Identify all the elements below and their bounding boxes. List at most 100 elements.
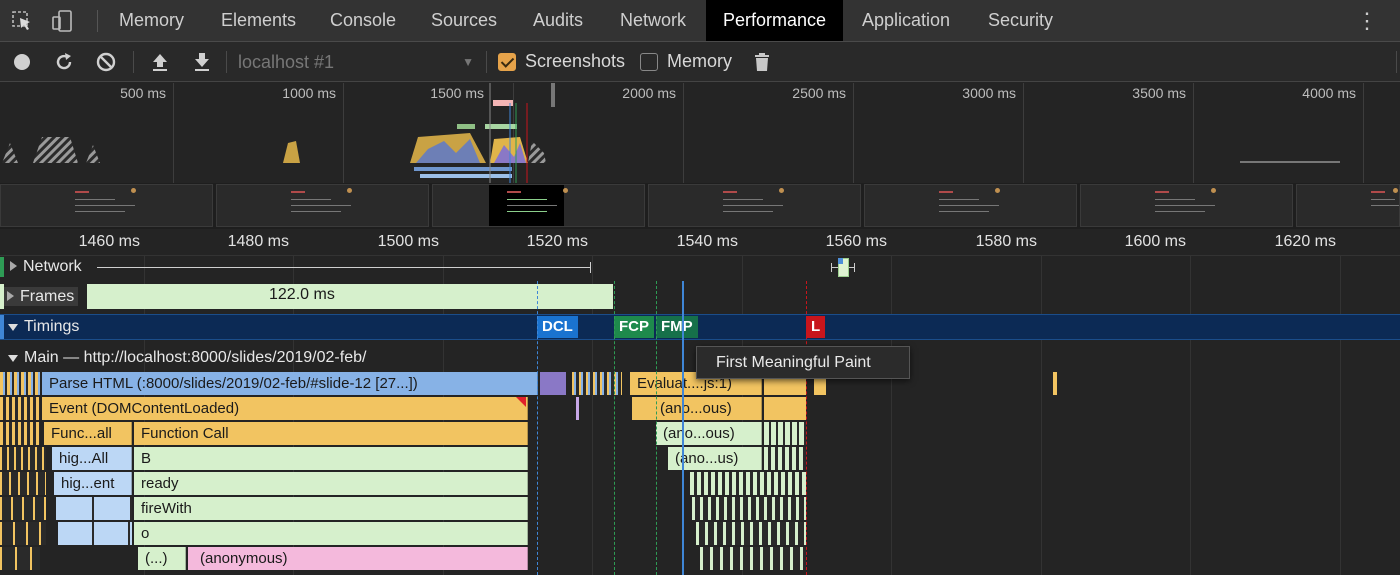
upload-icon[interactable] [148, 51, 172, 73]
kebab-menu-icon[interactable]: ⋮ [1356, 8, 1378, 34]
main-track-header[interactable]: Main — http://localhost:8000/slides/2019… [8, 349, 366, 367]
frames-track-label: Frames [20, 288, 75, 305]
download-icon[interactable] [190, 51, 214, 73]
flame-anonymous-2[interactable]: (ano...ous) [656, 422, 762, 445]
flame-ready[interactable]: ready [134, 472, 528, 495]
flame-sliver [764, 447, 806, 470]
flame-func-all[interactable]: Func...all [44, 422, 132, 445]
clear-icon[interactable] [94, 51, 118, 73]
performance-toolbar: localhost #1 ▼ Screenshots Memory [0, 42, 1400, 82]
network-request-line[interactable] [97, 267, 591, 268]
screenshot-frame[interactable] [0, 184, 213, 227]
tab-application[interactable]: Application [845, 0, 967, 41]
devtools-tab-bar: Memory Elements Console Sources Audits N… [0, 0, 1400, 42]
tab-sources[interactable]: Sources [414, 0, 514, 41]
flame-sliver [0, 422, 40, 445]
tab-console[interactable]: Console [313, 0, 413, 41]
screenshot-frame[interactable] [432, 184, 645, 227]
flame-hig-ent[interactable]: hig...ent [54, 472, 132, 495]
ruler-tick-label: 1580 ms [975, 233, 1037, 250]
flame-sliver [700, 547, 806, 570]
timings-track-header[interactable]: Timings [8, 318, 79, 336]
screenshot-frame[interactable] [1080, 184, 1293, 227]
flame-hig-all[interactable]: hig...All [52, 447, 132, 470]
hover-cursor-line [682, 281, 684, 575]
flame-firewith[interactable]: fireWith [134, 497, 528, 520]
target-select[interactable]: localhost #1 ▼ [232, 49, 478, 75]
network-track-label: Network [23, 258, 82, 275]
screenshot-filmstrip[interactable] [0, 183, 1400, 229]
flame-sliver [0, 522, 46, 545]
flame-o[interactable]: o [134, 522, 528, 545]
flame-function-call[interactable]: Function Call [134, 422, 528, 445]
tab-network[interactable]: Network [603, 0, 703, 41]
main-track-label: Main — http://localhost:8000/slides/2019… [24, 349, 367, 366]
flame-sliver [764, 397, 806, 420]
timeline-overview[interactable]: 500 ms 1000 ms 1500 ms 2000 ms 2500 ms 3… [0, 83, 1400, 229]
screenshot-frame[interactable] [1296, 184, 1400, 227]
flame-block [58, 522, 132, 545]
flame-paren[interactable]: (...) [138, 547, 186, 570]
memory-label[interactable]: Memory [667, 51, 732, 72]
screenshot-frame[interactable] [864, 184, 1077, 227]
flame-event-domcontentloaded[interactable]: Event (DOMContentLoaded) [42, 397, 528, 420]
frame-duration: 122.0 ms [269, 286, 335, 303]
flame-anonymous-4[interactable]: (anonymous) [188, 547, 528, 570]
fmp-line [656, 281, 657, 575]
flame-sliver [1053, 372, 1057, 395]
marker-tooltip: First Meaningful Paint [696, 346, 910, 379]
load-marker[interactable]: L [806, 316, 826, 338]
tab-performance[interactable]: Performance [706, 0, 844, 41]
timings-track: Timings [0, 314, 1400, 340]
frame-bar[interactable]: 122.0 ms [87, 284, 613, 309]
toolbar-divider [133, 51, 134, 73]
timings-track-label: Timings [24, 318, 80, 335]
flame-sliver [0, 497, 46, 520]
flame-b[interactable]: B [134, 447, 528, 470]
memory-checkbox[interactable] [640, 53, 658, 71]
fcp-line [614, 281, 615, 575]
screenshot-frame[interactable] [216, 184, 429, 227]
toolbar-divider [1396, 51, 1397, 73]
device-toolbar-icon[interactable] [50, 9, 76, 33]
load-line [806, 281, 807, 575]
flame-sliver [764, 422, 806, 445]
ruler-tick-label: 1460 ms [78, 233, 140, 250]
fcp-marker[interactable]: FCP [614, 316, 654, 338]
flame-sliver [0, 547, 40, 570]
frames-track: Frames 122.0 ms [0, 284, 1400, 310]
flame-sliver [576, 397, 579, 420]
ruler-tick-label: 1540 ms [676, 233, 738, 250]
dcl-marker[interactable]: DCL [537, 316, 578, 338]
flame-anonymous-1[interactable]: (ano...ous) [632, 397, 762, 420]
fmp-marker[interactable]: FMP [656, 316, 698, 338]
screenshot-frame[interactable] [648, 184, 861, 227]
toolbar-divider [226, 51, 227, 73]
tab-elements[interactable]: Elements [204, 0, 313, 41]
network-track-header[interactable]: Network [10, 258, 82, 276]
flame-parse-html[interactable]: Parse HTML (:8000/slides/2019/02-feb/#sl… [42, 372, 538, 395]
ruler-tick-label: 1500 ms [377, 233, 439, 250]
frames-track-header[interactable]: Frames [3, 287, 79, 306]
flame-sliver [540, 372, 566, 395]
tab-memory[interactable]: Memory [102, 0, 201, 41]
time-ruler: 1460 ms 1480 ms 1500 ms 1520 ms 1540 ms … [0, 230, 1400, 256]
trash-icon[interactable] [750, 51, 774, 73]
reload-icon[interactable] [52, 51, 76, 73]
screenshots-checkbox[interactable] [498, 53, 516, 71]
flame-sliver [0, 372, 40, 395]
record-icon[interactable] [10, 51, 34, 73]
flame-sliver [696, 522, 806, 545]
flame-sliver [692, 497, 806, 520]
inspect-element-icon[interactable] [10, 9, 36, 33]
screenshots-label[interactable]: Screenshots [525, 51, 625, 72]
network-track-edge [0, 257, 4, 277]
collapse-arrow-icon [8, 324, 18, 331]
long-task-flag [516, 397, 526, 407]
tab-security[interactable]: Security [971, 0, 1070, 41]
flame-sliver [690, 472, 806, 495]
tab-audits[interactable]: Audits [516, 0, 600, 41]
ruler-tick-label: 1520 ms [526, 233, 588, 250]
network-request-bar[interactable] [831, 258, 855, 277]
flame-block [56, 497, 132, 520]
